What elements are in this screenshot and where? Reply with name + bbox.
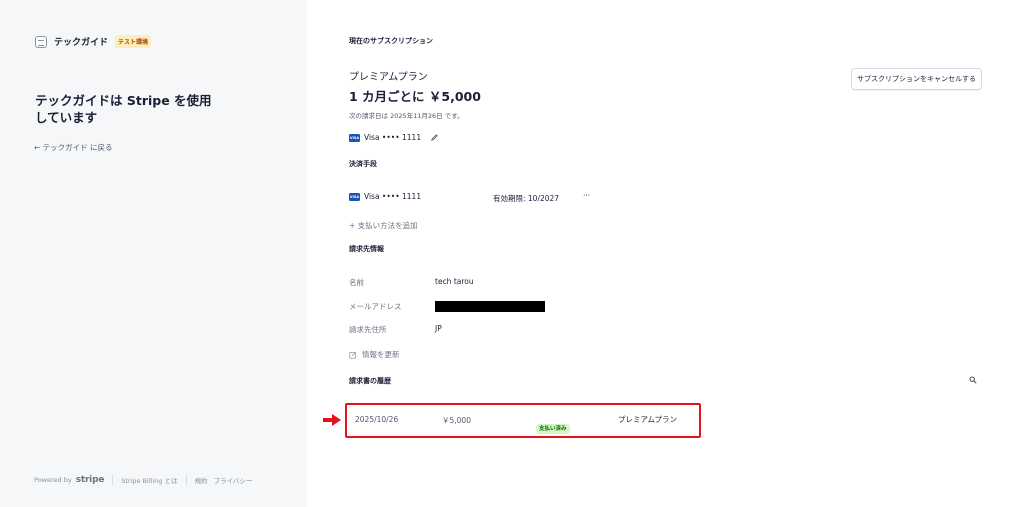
store-icon: [35, 35, 47, 48]
pencil-icon[interactable]: [430, 133, 439, 142]
test-mode-badge: テスト環境: [115, 35, 152, 48]
visa-card-icon: VISA: [349, 133, 360, 142]
update-info-link[interactable]: 情報を更新: [349, 349, 400, 360]
divider: [112, 475, 114, 485]
billing-info-link[interactable]: Stripe Billing とは: [121, 475, 177, 485]
plan-price: 1 カ月ごとに ￥5,000: [349, 89, 481, 104]
invoice-status: 支払い済み: [536, 415, 570, 434]
card-expiry: 有効期限: 10/2027: [493, 194, 560, 203]
payment-method-row: VISA Visa •••• 1111: [349, 192, 421, 201]
add-payment-method-link[interactable]: + 支払い方法を追加: [349, 220, 418, 231]
back-link[interactable]: ← テックガイド に戻る: [34, 142, 113, 153]
arrow-right-icon: [323, 414, 341, 426]
plan-name: プレミアムプラン: [349, 72, 428, 83]
name-label: 名前: [349, 278, 364, 287]
powered-by-text: Powered by: [34, 476, 72, 484]
address-value: JP: [435, 324, 442, 333]
name-value: tech tarou: [435, 277, 474, 286]
next-billing-date: 次の請求日は 2025年11月26日 です。: [349, 112, 464, 120]
edit-icon: [349, 351, 357, 359]
payment-heading: 決済手段: [349, 160, 377, 168]
invoice-amount: ￥5,000: [442, 416, 471, 425]
invoice-history-heading: 請求書の履歴: [349, 377, 391, 385]
terms-link[interactable]: 規約: [195, 475, 208, 485]
subscription-heading: 現在のサブスクリプション: [349, 37, 433, 45]
cancel-subscription-button[interactable]: サブスクリプションをキャンセルする: [851, 68, 982, 90]
main-panel: 現在のサブスクリプション プレミアムプラン 1 カ月ごとに ￥5,000 次の請…: [307, 0, 1024, 507]
email-label: メールアドレス: [349, 302, 402, 311]
sidebar: テックガイド テスト環境 テックガイドは Stripe を使用しています ← テ…: [0, 0, 307, 507]
subscription-card-text: Visa •••• 1111: [364, 133, 422, 142]
brand: テックガイド テスト環境: [35, 35, 152, 48]
payment-card-text: Visa •••• 1111: [364, 192, 422, 201]
card-more-menu[interactable]: ···: [583, 191, 590, 200]
privacy-link[interactable]: プライバシー: [214, 475, 253, 485]
sidebar-title: テックガイドは Stripe を使用しています: [35, 93, 212, 125]
visa-card-icon: VISA: [349, 192, 360, 201]
redacted-email: [435, 301, 545, 312]
brand-name: テックガイド: [54, 38, 109, 48]
invoice-plan: プレミアムプラン: [618, 415, 678, 424]
divider: [185, 475, 187, 485]
paid-status-badge: 支払い済み: [536, 424, 570, 434]
update-info-label: 情報を更新: [362, 350, 400, 359]
stripe-logo[interactable]: stripe: [76, 475, 105, 485]
footer: Powered by stripe Stripe Billing とは 規約 プ…: [34, 475, 252, 485]
billing-heading: 請求先情報: [349, 245, 384, 253]
subscription-card: VISA Visa •••• 1111: [349, 133, 439, 142]
address-label: 請求先住所: [349, 325, 387, 334]
invoice-date: 2025/10/26: [355, 415, 399, 424]
search-icon[interactable]: [969, 376, 977, 384]
